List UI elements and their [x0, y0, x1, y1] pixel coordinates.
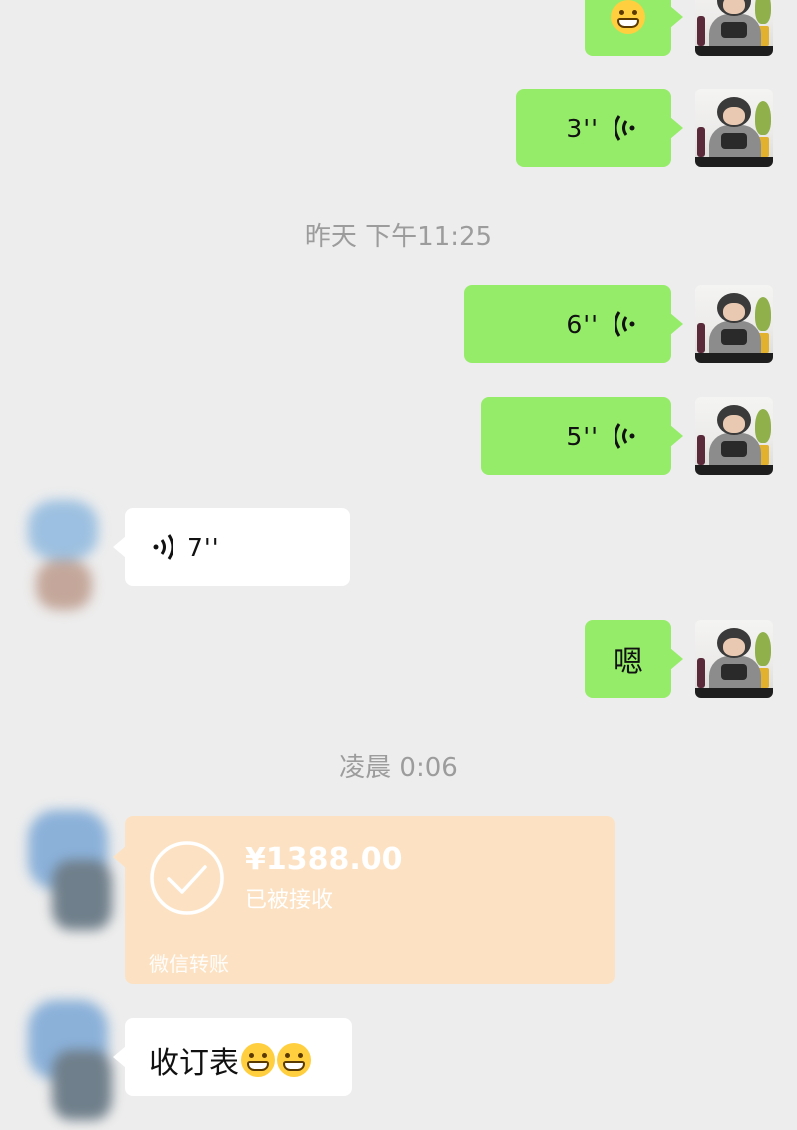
timestamp: 凌晨 0:06 [339, 753, 458, 783]
my-voice-message[interactable]: 5'' [481, 397, 683, 475]
voice-duration: 5'' [566, 421, 599, 451]
voice-duration: 6'' [566, 309, 599, 339]
voice-duration: 7'' [187, 532, 220, 562]
wechat-transfer-card[interactable]: ¥1388.00 已被接收 微信转账 [113, 816, 615, 984]
voice-wave-icon [153, 534, 173, 560]
my-voice-message[interactable]: 3'' [516, 89, 683, 167]
contact-avatar[interactable] [22, 800, 122, 940]
my-avatar[interactable] [695, 285, 773, 363]
transfer-amount: ¥1388.00 [245, 842, 403, 877]
my-avatar[interactable] [695, 620, 773, 698]
voice-wave-icon [615, 115, 635, 141]
voice-wave-icon [615, 423, 635, 449]
voice-wave-icon [615, 311, 635, 337]
my-avatar[interactable] [695, 89, 773, 167]
contact-avatar[interactable] [22, 480, 122, 620]
timestamp: 昨天 下午11:25 [304, 222, 493, 252]
grin-emoji-icon [611, 0, 645, 34]
grin-emoji-icon [277, 1043, 311, 1077]
my-voice-message[interactable]: 6'' [464, 285, 683, 363]
my-text-message[interactable]: 嗯 [585, 620, 683, 698]
voice-duration: 3'' [566, 113, 599, 143]
transfer-status: 已被接收 [245, 888, 334, 913]
contact-text-message[interactable]: 收订表 [113, 1018, 352, 1096]
message-text: 嗯 [613, 645, 643, 680]
contact-avatar[interactable] [22, 990, 122, 1130]
my-avatar[interactable] [695, 397, 773, 475]
my-avatar[interactable] [695, 0, 773, 56]
transfer-footer-label: 微信转账 [149, 952, 229, 976]
contact-voice-message[interactable]: 7'' [113, 508, 350, 586]
check-circle-icon [150, 841, 224, 915]
grin-emoji-icon [241, 1043, 275, 1077]
message-text: 收订表 [149, 1046, 239, 1081]
my-message-bubble[interactable] [585, 0, 683, 56]
